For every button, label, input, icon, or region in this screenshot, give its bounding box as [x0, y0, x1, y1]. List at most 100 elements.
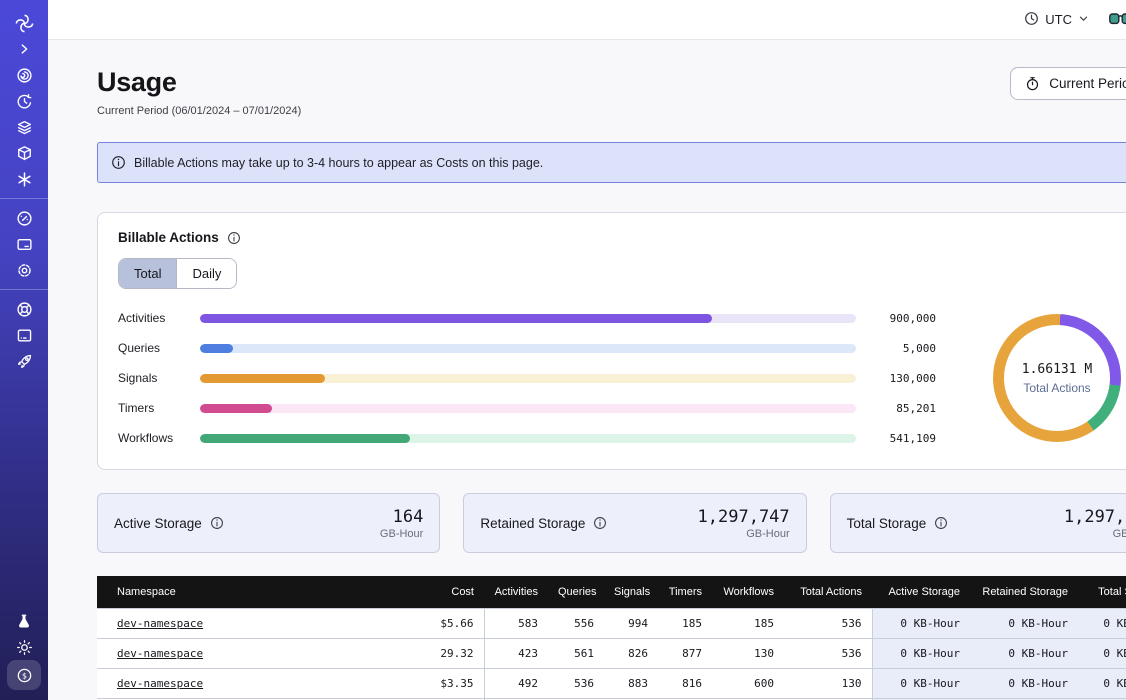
cell-cost: $5.66: [392, 609, 484, 639]
sidebar-divider: [0, 198, 48, 199]
namespace-link[interactable]: dev-namespace: [117, 617, 203, 630]
docs-terminal-icon[interactable]: [8, 322, 40, 348]
billable-view-tabs: Total Daily: [118, 258, 237, 289]
cell-total-storage: 0 KB-Hour: [1078, 609, 1126, 639]
cell-retained-storage: 0 KB-Hour: [970, 669, 1078, 699]
glasses-icon[interactable]: [1109, 13, 1126, 26]
namespace-link[interactable]: dev-namespace: [117, 677, 203, 690]
active-storage-unit: GB-Hour: [380, 528, 423, 540]
timezone-label: UTC: [1045, 12, 1072, 27]
current-period-label: Current Period: [1049, 76, 1126, 91]
cell-signals: 883: [604, 669, 658, 699]
cube-icon[interactable]: [8, 140, 40, 166]
bar-value: 5,000: [870, 342, 936, 355]
info-icon[interactable]: [210, 516, 224, 530]
bar-row-timers: Timers 85,201: [118, 401, 936, 415]
info-banner: Billable Actions may take up to 3-4 hour…: [97, 142, 1126, 183]
retained-storage-unit: GB-Hour: [698, 528, 790, 540]
cell-cost: 29.32: [392, 639, 484, 669]
bar-fill: [200, 374, 325, 383]
col-active-storage: Active Storage: [872, 576, 970, 609]
bar-fill: [200, 344, 233, 353]
tab-total[interactable]: Total: [119, 259, 176, 288]
bar-label: Timers: [118, 401, 186, 415]
cell-signals: 826: [604, 639, 658, 669]
table-row: dev-namespace $3.35 492 536 883 816 600 …: [97, 669, 1126, 699]
billing-card-icon[interactable]: [8, 231, 40, 257]
col-retained-storage: Retained Storage: [970, 576, 1078, 609]
cell-active-storage: 0 KB-Hour: [872, 609, 970, 639]
table-row: dev-namespace 29.32 423 561 826 877 130 …: [97, 639, 1126, 669]
bar-track: [200, 404, 856, 413]
cell-total-actions: 536: [784, 609, 872, 639]
tab-daily[interactable]: Daily: [176, 259, 236, 288]
chevron-down-icon: [1078, 12, 1089, 27]
collapse-chevron-icon[interactable]: [8, 36, 40, 62]
timezone-selector[interactable]: UTC: [1024, 11, 1089, 29]
active-storage-card: Active Storage 164 GB-Hour: [97, 493, 440, 553]
retained-storage-card: Retained Storage 1,297,747 GB-Hour: [463, 493, 806, 553]
bar-track: [200, 314, 856, 323]
usage-gauge-icon[interactable]: [8, 205, 40, 231]
layers-icon[interactable]: [8, 114, 40, 140]
namespace-link[interactable]: dev-namespace: [117, 647, 203, 660]
info-icon[interactable]: [227, 231, 241, 245]
storage-summary-row: Active Storage 164 GB-Hour Retained Stor…: [97, 493, 1126, 553]
page-title: Usage: [97, 67, 301, 98]
bar-value: 900,000: [870, 312, 936, 325]
cell-activities: 492: [484, 669, 548, 699]
cell-timers: 877: [658, 639, 712, 669]
cell-active-storage: 0 KB-Hour: [872, 669, 970, 699]
cell-queries: 561: [548, 639, 604, 669]
col-total-actions: Total Actions: [784, 576, 872, 609]
bar-value: 541,109: [870, 432, 936, 445]
col-queries: Queries: [548, 576, 604, 609]
usage-dollar-icon[interactable]: $: [7, 660, 41, 690]
temporal-logo-icon[interactable]: [8, 10, 40, 36]
bar-row-queries: Queries 5,000: [118, 341, 936, 355]
sidebar-divider: [0, 289, 48, 290]
bar-track: [200, 344, 856, 353]
bar-label: Queries: [118, 341, 186, 355]
table-row: dev-namespace $5.66 583 556 994 185 185 …: [97, 609, 1126, 639]
bar-value: 85,201: [870, 402, 936, 415]
total-storage-label: Total Storage: [847, 516, 927, 531]
info-icon[interactable]: [934, 516, 948, 530]
billable-actions-card: Billable Actions Total Daily Activities …: [97, 212, 1126, 470]
cell-timers: 816: [658, 669, 712, 699]
history-icon[interactable]: [8, 88, 40, 114]
cell-signals: 994: [604, 609, 658, 639]
retained-storage-value: 1,297,747: [698, 507, 790, 527]
bar-track: [200, 374, 856, 383]
current-period-button[interactable]: Current Period: [1010, 67, 1126, 100]
billable-actions-title: Billable Actions: [118, 230, 219, 245]
theme-sun-icon[interactable]: [8, 634, 40, 660]
cell-activities: 583: [484, 609, 548, 639]
labs-flask-icon[interactable]: [8, 608, 40, 634]
cell-total-storage: 0 KB-Hour: [1078, 669, 1126, 699]
bar-row-activities: Activities 900,000: [118, 311, 936, 325]
settings-gear-icon[interactable]: [8, 257, 40, 283]
info-icon[interactable]: [593, 516, 607, 530]
total-storage-card: Total Storage 1,297,910 GB-Hour: [830, 493, 1126, 553]
bar-label: Workflows: [118, 431, 186, 445]
bar-value: 130,000: [870, 372, 936, 385]
stopwatch-icon: [1025, 76, 1040, 91]
namespaces-icon[interactable]: [8, 62, 40, 88]
col-activities: Activities: [484, 576, 548, 609]
nexus-asterisk-icon[interactable]: [8, 166, 40, 192]
cell-active-storage: 0 KB-Hour: [872, 639, 970, 669]
cell-workflows: 185: [712, 609, 784, 639]
bar-label: Signals: [118, 371, 186, 385]
support-lifebuoy-icon[interactable]: [8, 296, 40, 322]
getting-started-rocket-icon[interactable]: [8, 348, 40, 374]
info-banner-text: Billable Actions may take up to 3-4 hour…: [134, 156, 543, 170]
bar-track: [200, 434, 856, 443]
bar-fill: [200, 404, 272, 413]
retained-storage-label: Retained Storage: [480, 516, 585, 531]
col-signals: Signals: [604, 576, 658, 609]
clock-icon: [1024, 11, 1039, 29]
col-workflows: Workflows: [712, 576, 784, 609]
cell-total-actions: 536: [784, 639, 872, 669]
billable-bar-chart: Activities 900,000 Queries 5,000 Signals…: [118, 311, 962, 445]
